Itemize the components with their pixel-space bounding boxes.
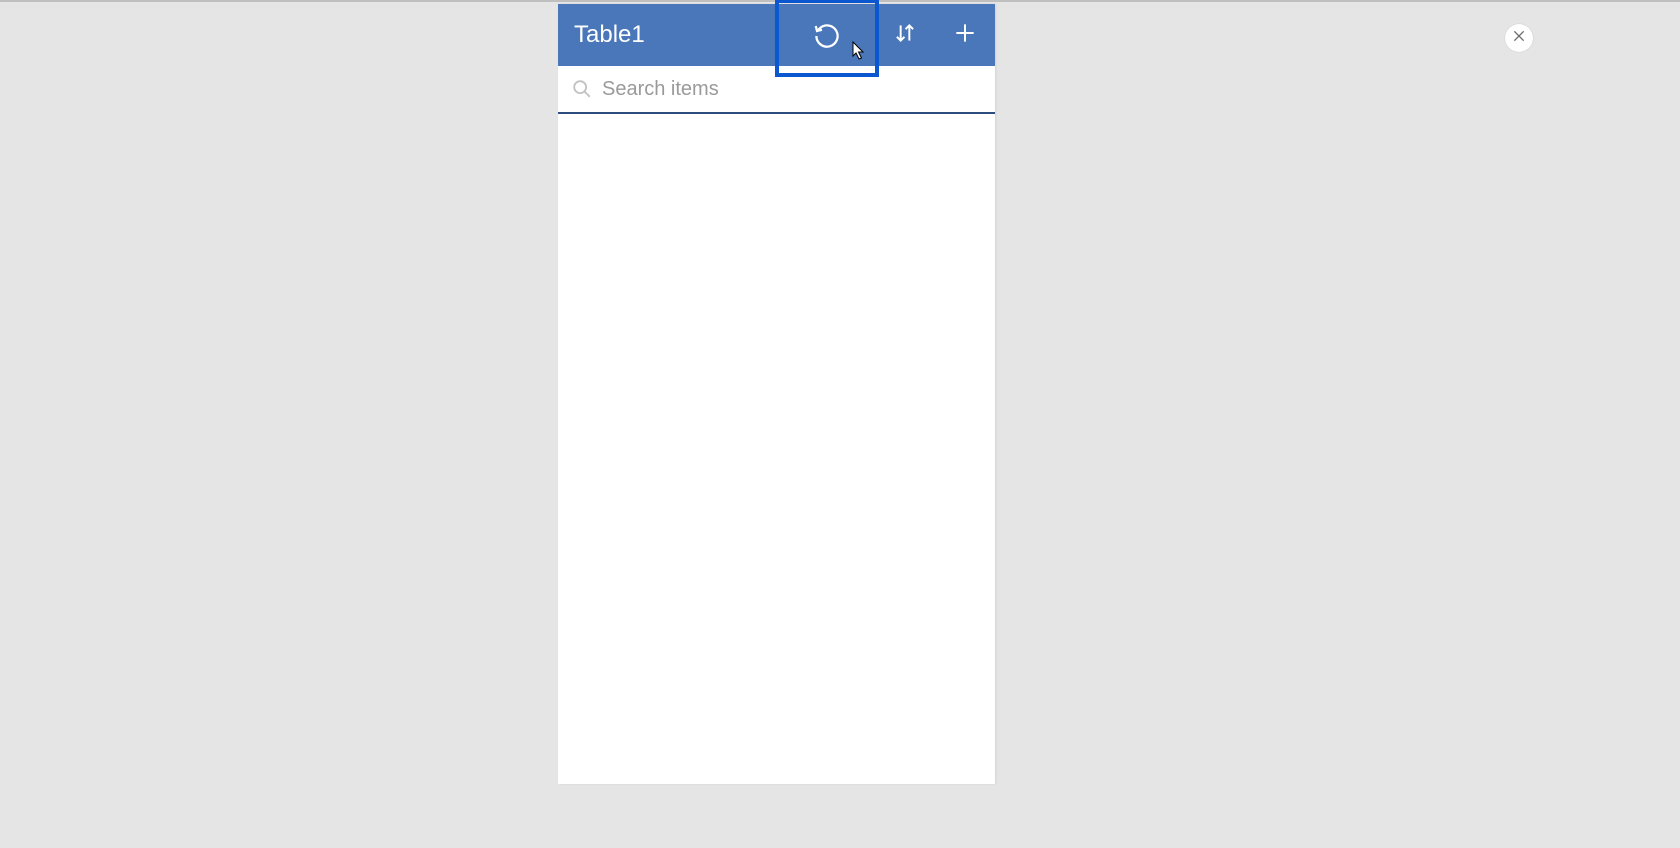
close-button[interactable]	[1505, 24, 1533, 52]
close-icon	[1511, 28, 1527, 49]
search-row	[558, 66, 995, 114]
panel-title: Table1	[558, 21, 779, 49]
add-button[interactable]	[935, 4, 995, 66]
sort-button[interactable]	[875, 4, 935, 66]
refresh-icon	[812, 21, 842, 56]
plus-icon	[952, 20, 978, 51]
sort-icon	[892, 20, 918, 51]
app-panel: Table1	[558, 4, 995, 784]
search-input[interactable]	[596, 78, 985, 101]
header-actions	[779, 4, 995, 66]
content-area	[558, 114, 995, 784]
header-bar: Table1	[558, 4, 995, 66]
search-icon	[568, 78, 596, 100]
refresh-button[interactable]	[779, 3, 875, 73]
